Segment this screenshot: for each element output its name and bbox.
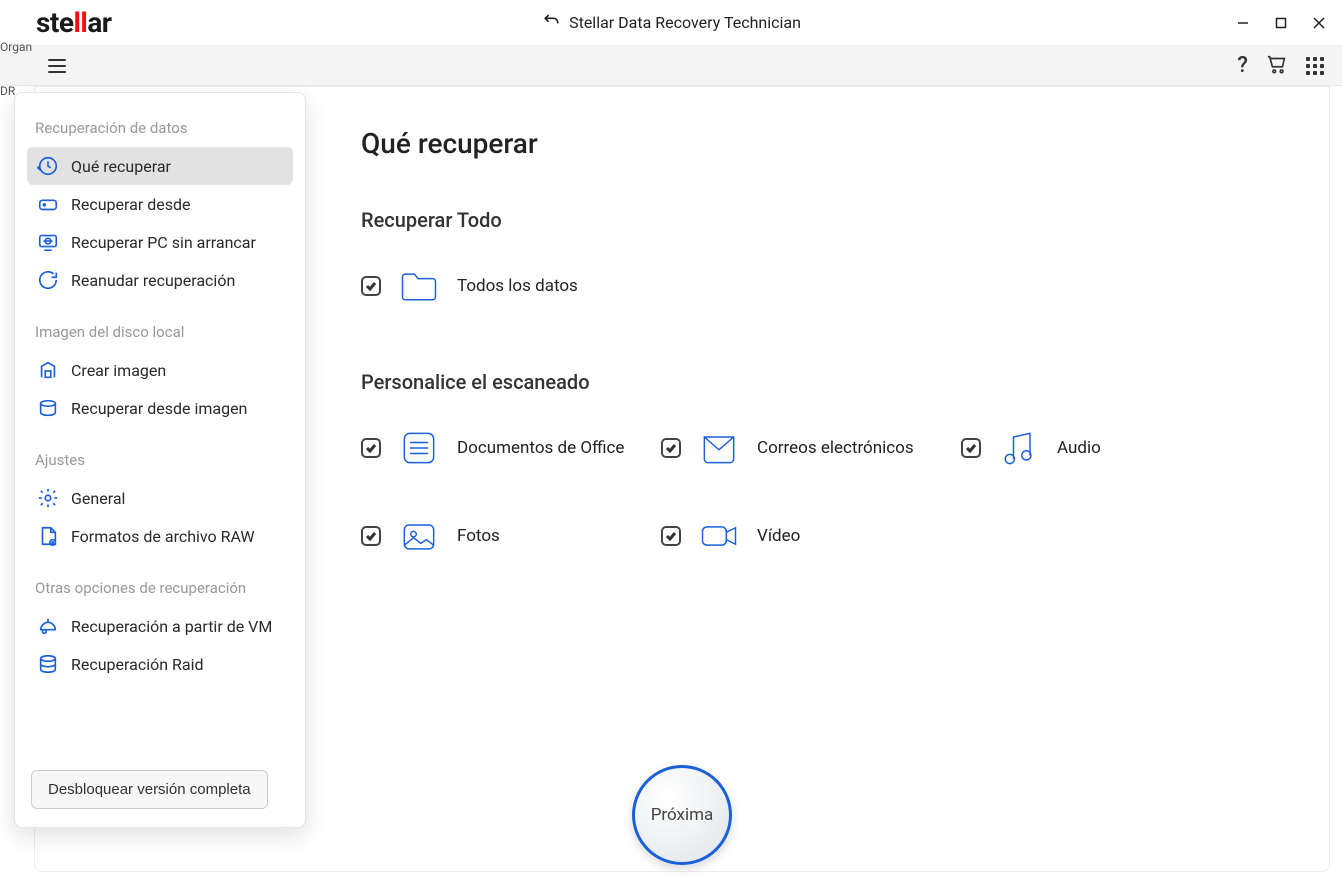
- option-photos[interactable]: Fotos: [361, 512, 631, 560]
- option-label: Documentos de Office: [457, 438, 624, 458]
- sidebar-item-label: Recuperación a partir de VM: [71, 617, 272, 636]
- sidebar-item-what-to-recover[interactable]: Qué recuperar: [27, 147, 293, 185]
- envelope-icon: [695, 424, 743, 472]
- sidebar-item-label: Recuperación Raid: [71, 655, 204, 674]
- sidebar-section-title: Imagen del disco local: [27, 317, 293, 351]
- document-icon: [395, 424, 443, 472]
- sidebar-item-label: Recuperar desde: [71, 195, 190, 214]
- gear-icon: [37, 487, 59, 509]
- option-video[interactable]: Vídeo: [661, 512, 931, 560]
- minimize-button[interactable]: [1236, 16, 1250, 30]
- folder-icon: [395, 262, 443, 310]
- back-icon[interactable]: [541, 10, 561, 35]
- sidebar-item-label: Reanudar recuperación: [71, 271, 235, 290]
- app-logo: stellar: [36, 6, 112, 39]
- sidebar-item-label: Formatos de archivo RAW: [71, 527, 255, 546]
- option-office-documents[interactable]: Documentos de Office: [361, 424, 631, 472]
- sidebar-item-raw-formats[interactable]: Formatos de archivo RAW: [27, 517, 293, 555]
- file-icon: [37, 525, 59, 547]
- page-title: Qué recuperar: [361, 127, 1289, 160]
- checkbox-icon[interactable]: [361, 276, 381, 296]
- sidebar-item-label: Recuperar PC sin arrancar: [71, 233, 256, 252]
- recover-image-icon: [37, 397, 59, 419]
- help-button[interactable]: ?: [1237, 53, 1248, 78]
- sidebar-item-vm-recovery[interactable]: Recuperación a partir de VM: [27, 607, 293, 645]
- resume-icon: [37, 269, 59, 291]
- drive-icon: [37, 193, 59, 215]
- option-audio[interactable]: Audio: [961, 424, 1141, 472]
- video-icon: [695, 512, 743, 560]
- sidebar-item-recover-from[interactable]: Recuperar desde: [27, 185, 293, 223]
- option-label: Todos los datos: [457, 276, 578, 296]
- menu-hamburger-button[interactable]: [48, 59, 66, 73]
- photo-icon: [395, 512, 443, 560]
- section-heading-all: Recuperar Todo: [361, 208, 1289, 232]
- option-emails[interactable]: Correos electrónicos: [661, 424, 931, 472]
- music-note-icon: [995, 424, 1043, 472]
- sidebar-section-title: Ajustes: [27, 445, 293, 479]
- sidebar-item-label: Crear imagen: [71, 361, 166, 380]
- option-all-data[interactable]: Todos los datos: [361, 262, 631, 310]
- sidebar-item-general-settings[interactable]: General: [27, 479, 293, 517]
- sidebar-item-create-image[interactable]: Crear imagen: [27, 351, 293, 389]
- checkbox-icon[interactable]: [961, 438, 981, 458]
- sidebar-item-recover-from-image[interactable]: Recuperar desde imagen: [27, 389, 293, 427]
- unlock-full-version-button[interactable]: Desbloquear versión completa: [31, 770, 268, 809]
- section-heading-custom: Personalice el escaneado: [361, 370, 1289, 394]
- restore-icon: [37, 155, 59, 177]
- checkbox-icon[interactable]: [361, 526, 381, 546]
- maximize-button[interactable]: [1274, 16, 1288, 30]
- cart-button[interactable]: [1266, 53, 1288, 79]
- sidebar-item-raid-recovery[interactable]: Recuperación Raid: [27, 645, 293, 683]
- sidebar-item-resume-recovery[interactable]: Reanudar recuperación: [27, 261, 293, 299]
- sidebar-item-label: General: [71, 489, 125, 508]
- toolbar: ?: [0, 46, 1342, 86]
- sidebar-section-title: Otras opciones de recuperación: [27, 573, 293, 607]
- next-button[interactable]: Próxima: [632, 765, 732, 865]
- option-label: Correos electrónicos: [757, 438, 914, 458]
- sidebar-section-title: Recuperación de datos: [27, 113, 293, 147]
- option-label: Vídeo: [757, 526, 800, 546]
- sidebar-panel: Recuperación de datos Qué recuperar Recu…: [14, 92, 306, 828]
- checkbox-icon[interactable]: [661, 526, 681, 546]
- sidebar-item-nonbooting-pc[interactable]: Recuperar PC sin arrancar: [27, 223, 293, 261]
- raid-icon: [37, 653, 59, 675]
- option-label: Fotos: [457, 526, 500, 546]
- sidebar-item-label: Qué recuperar: [71, 157, 171, 176]
- checkbox-icon[interactable]: [361, 438, 381, 458]
- vm-icon: [37, 615, 59, 637]
- create-image-icon: [37, 359, 59, 381]
- close-button[interactable]: [1312, 16, 1326, 30]
- option-label: Audio: [1057, 438, 1101, 458]
- pc-noboot-icon: [37, 231, 59, 253]
- titlebar: stellar Stellar Data Recovery Technician: [0, 0, 1342, 46]
- sidebar-item-label: Recuperar desde imagen: [71, 399, 247, 418]
- checkbox-icon[interactable]: [661, 438, 681, 458]
- apps-grid-button[interactable]: [1306, 57, 1324, 75]
- app-title: Stellar Data Recovery Technician: [569, 13, 801, 32]
